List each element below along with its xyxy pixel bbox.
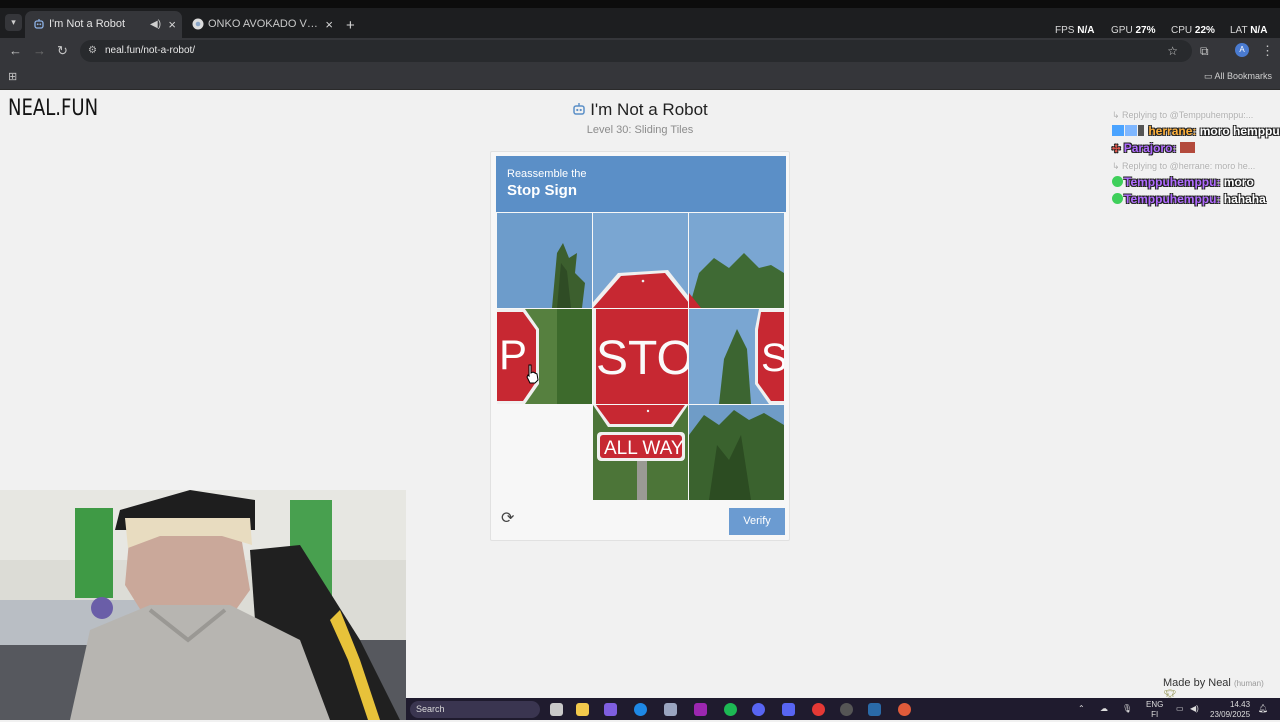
tray-chevron-icon[interactable]: ⌃ xyxy=(1078,698,1085,720)
svg-text:STO: STO xyxy=(596,332,688,385)
copilot-icon[interactable] xyxy=(604,703,617,716)
all-bookmarks-button[interactable]: ▭ All Bookmarks xyxy=(1204,64,1272,88)
tile-trees-bottom[interactable] xyxy=(689,405,784,500)
clock[interactable]: 14.43 23/09/2025 xyxy=(1210,700,1250,722)
tab-label: ONKO AVOKADO VEGETABLE - xyxy=(208,18,318,30)
browser-toolbar: ← → ↻ ⚙ neal.fun/not-a-robot/ ☆ ⧉ A ⋮ xyxy=(0,38,1280,64)
store-icon[interactable] xyxy=(664,703,677,716)
stream-chat-overlay: ↳ Replying to @Temppuhemppu:... herrane:… xyxy=(1112,107,1280,208)
captcha-widget: Reassemble the Stop Sign P STO S ALL WAY… xyxy=(490,151,790,541)
menu-icon[interactable]: ⋮ xyxy=(1261,38,1274,64)
subscriber-badge-icon xyxy=(1112,125,1124,136)
page-title: I'm Not a Robot xyxy=(440,100,840,120)
tab-search-button[interactable]: ▾ xyxy=(5,14,22,31)
tile-sky-tree-left[interactable] xyxy=(497,213,592,308)
speaker-icon[interactable]: ◀) xyxy=(150,11,161,38)
address-bar[interactable]: ⚙ neal.fun/not-a-robot/ ☆ xyxy=(80,40,1192,62)
reload-icon[interactable]: ↻ xyxy=(57,38,68,64)
task-view-icon[interactable] xyxy=(550,703,563,716)
badge-icon xyxy=(1125,125,1137,136)
tile-sign-bottom-allway[interactable]: ALL WAY xyxy=(593,405,688,500)
level-subtitle: Level 30: Sliding Tiles xyxy=(586,124,694,136)
emote-icon xyxy=(1179,142,1195,153)
back-icon[interactable]: ← xyxy=(9,38,22,64)
captcha-header: Reassemble the Stop Sign xyxy=(496,156,786,212)
chrome-icon[interactable] xyxy=(898,703,911,716)
chat-message: ✣ Parajoro: xyxy=(1112,140,1280,158)
tab-onko-avokado[interactable]: ONKO AVOKADO VEGETABLE - × xyxy=(184,11,339,38)
volume-icon[interactable]: ◀) xyxy=(1190,698,1199,720)
tab-bar: ▾ I'm Not a Robot ◀) × ONKO AVOKADO VEGE… xyxy=(0,8,1280,38)
chat-message: herrane: moro hemppu xyxy=(1112,123,1280,140)
onedrive-icon[interactable]: ☁ xyxy=(1100,698,1108,720)
bookmark-star-icon[interactable]: ☆ xyxy=(1167,40,1178,62)
app-icon[interactable] xyxy=(694,703,707,716)
robot-icon xyxy=(573,103,585,115)
chat-message: Temppuhemppu: hahaha xyxy=(1112,191,1280,208)
opera-icon[interactable] xyxy=(812,703,825,716)
chrome-icon xyxy=(192,18,204,30)
hand-cursor-icon xyxy=(526,364,539,384)
url-text: neal.fun/not-a-robot/ xyxy=(105,45,196,56)
refresh-icon[interactable]: ⟳ xyxy=(501,511,517,527)
discord-icon[interactable] xyxy=(782,703,795,716)
close-tab-icon[interactable]: × xyxy=(168,11,176,38)
windows-taskbar: Search ⌃ ☁ 🎙︎ ENG FI ▭ ◀) 14.43 23/09/2025… xyxy=(406,698,1280,720)
svg-text:P: P xyxy=(499,331,527,378)
app-icon[interactable] xyxy=(840,703,853,716)
webcam-overlay xyxy=(0,490,406,720)
app-icon[interactable] xyxy=(752,703,765,716)
notifications-icon[interactable]: 🔔︎ xyxy=(1258,698,1268,720)
chat-reply-context: ↳ Replying to @Temppuhemppu:... xyxy=(1112,110,1254,120)
tile-sky-sign-left-edge[interactable]: S xyxy=(689,309,784,404)
chat-reply-context: ↳ Replying to @herrane: moro he... xyxy=(1112,161,1256,171)
spotify-icon[interactable] xyxy=(724,703,737,716)
captcha-prompt: Reassemble the xyxy=(507,168,587,180)
verify-button[interactable]: Verify xyxy=(729,508,785,535)
svg-text:S: S xyxy=(761,336,784,380)
badge-icon: ✣ xyxy=(1112,144,1121,155)
folder-icon: ▭ xyxy=(1204,71,1213,81)
edge-icon[interactable] xyxy=(634,703,647,716)
top-strip xyxy=(0,0,1280,8)
file-explorer-icon[interactable] xyxy=(576,703,589,716)
badge-icon xyxy=(1138,125,1144,136)
tab-label: I'm Not a Robot xyxy=(49,18,126,30)
tab-im-not-a-robot[interactable]: I'm Not a Robot ◀) × xyxy=(25,11,182,38)
site-logo[interactable]: NEAL.FUN xyxy=(8,96,98,121)
tile-sky-tree-right[interactable] xyxy=(689,213,784,308)
profile-avatar[interactable]: A xyxy=(1235,43,1249,57)
bookmarks-bar: ⊞ ▭ All Bookmarks xyxy=(0,64,1280,90)
tile-sign-top[interactable] xyxy=(593,213,688,308)
language-indicator[interactable]: ENG FI xyxy=(1146,700,1163,722)
network-icon[interactable]: ▭ xyxy=(1176,698,1184,720)
taskbar-search-box[interactable]: Search xyxy=(410,701,540,718)
close-tab-icon[interactable]: × xyxy=(325,11,333,38)
badge-icon xyxy=(1112,193,1123,204)
tile-empty-slot[interactable] xyxy=(497,405,592,500)
svg-text:ALL WAY: ALL WAY xyxy=(604,438,684,459)
badge-icon xyxy=(1112,176,1123,187)
mic-icon[interactable]: 🎙︎ xyxy=(1122,698,1132,720)
site-info-icon[interactable]: ⚙ xyxy=(88,40,97,62)
tile-sign-middle-sto[interactable]: STO xyxy=(593,309,688,404)
robot-icon xyxy=(34,19,44,29)
webcam-feed xyxy=(0,490,406,720)
apps-grid-icon[interactable]: ⊞ xyxy=(8,70,17,83)
tile-sign-right-edge[interactable]: P xyxy=(497,309,592,404)
chat-message: Temppuhemppu: moro xyxy=(1112,174,1280,191)
captcha-target: Stop Sign xyxy=(507,182,577,199)
steam-icon[interactable] xyxy=(868,703,881,716)
sliding-tile-grid: P STO S ALL WAY xyxy=(497,213,785,501)
extensions-icon[interactable]: ⧉ xyxy=(1200,38,1209,64)
new-tab-button[interactable]: + xyxy=(346,18,355,33)
forward-icon[interactable]: → xyxy=(33,38,46,64)
